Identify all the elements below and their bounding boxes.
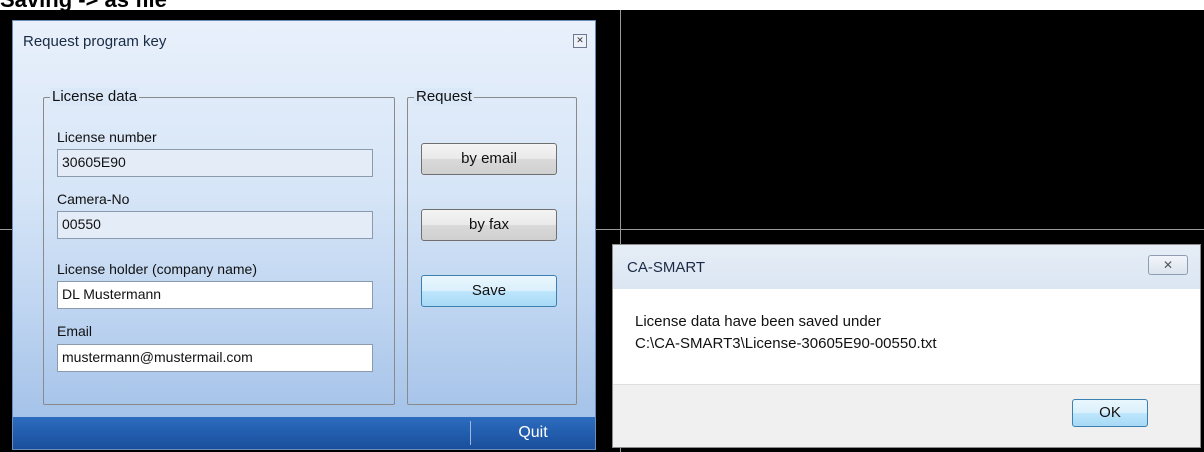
camera-no-field[interactable]: 00550 <box>57 211 373 239</box>
page-heading: Saving -> as file <box>0 0 1204 10</box>
ca-smart-message-box: CA-SMART ✕ License data have been saved … <box>612 244 1201 448</box>
message-line-1: License data have been saved under <box>635 313 882 330</box>
dialog-title: Request program key <box>23 33 167 50</box>
license-holder-field[interactable]: DL Mustermann <box>57 281 373 309</box>
close-icon[interactable]: ✕ <box>573 34 587 48</box>
ok-button[interactable]: OK <box>1072 399 1148 427</box>
message-box-title: CA-SMART <box>627 259 706 276</box>
close-icon[interactable]: ✕ <box>1148 255 1188 275</box>
by-email-button[interactable]: by email <box>421 143 557 175</box>
license-holder-label: License holder (company name) <box>57 261 257 277</box>
by-fax-button[interactable]: by fax <box>421 209 557 241</box>
license-number-field[interactable]: 30605E90 <box>57 149 373 177</box>
quit-button[interactable]: Quit <box>471 417 595 449</box>
email-label: Email <box>57 323 93 339</box>
camera-no-label: Camera-No <box>57 191 130 207</box>
save-button[interactable]: Save <box>421 275 557 307</box>
license-data-group-label: License data <box>50 88 140 105</box>
message-line-2: C:\CA-SMART3\License-30605E90-00550.txt <box>635 335 937 352</box>
message-box-footer: OK <box>613 384 1200 447</box>
request-group-label: Request <box>414 88 474 105</box>
email-field[interactable]: mustermann@mustermail.com <box>57 344 373 372</box>
request-program-key-dialog: Request program key ✕ License data Reque… <box>12 20 596 450</box>
dialog-status-bar: Quit <box>13 417 595 449</box>
page-heading-text: Saving -> as file <box>0 0 167 10</box>
message-box-titlebar: CA-SMART ✕ <box>613 245 1200 289</box>
license-number-label: License number <box>57 129 157 145</box>
